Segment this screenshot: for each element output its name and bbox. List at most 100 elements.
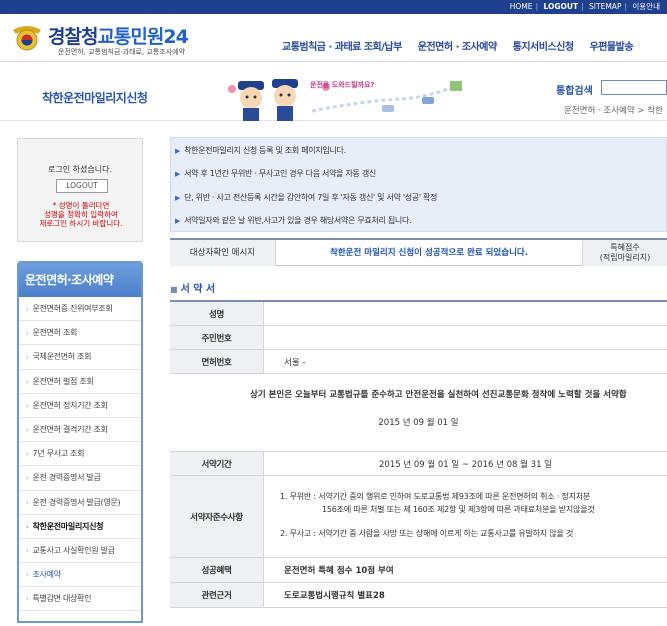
notice-item: ▶ 단, 위반 · 사고 전산등록 시간을 감안하여 7일 후 '자동 갱신' 및… [175, 192, 437, 203]
points-header-line: (적립마일리지) [599, 253, 651, 262]
notice-item: ▶ 서약 후 1년간 무위반 · 무사고인 경우 다음 서약을 자동 갱신 [175, 168, 376, 179]
sidebar-item-accident-certificate[interactable]: › 교통사고 사실확인원 발급 [19, 539, 141, 564]
square-bullet-icon: ■ [170, 285, 178, 294]
sidebar-item-label: 운전면허 결격기간 조회 [32, 424, 108, 434]
legal-basis-label: 관련근거 [170, 583, 264, 607]
side-nav-title: 운전면허·조사예약 [19, 263, 141, 297]
gnb-fine-payment[interactable]: 교통범칙금 · 과태료 조회/납부 [282, 42, 402, 53]
table-row: 서약기간 2015 년 09 월 01 일 ~ 2016 년 08 월 31 일 [170, 452, 667, 476]
chevron-right-icon: › [26, 474, 29, 483]
notice-text: 서약일자와 같은 날 위반,사고가 있을 경우 해당서약은 무효처리 됩니다. [184, 216, 412, 225]
gnb-license-reservation[interactable]: 운전면허 · 조사예약 [418, 42, 497, 53]
logo-part-1: 경찰청 [48, 26, 98, 48]
period-value: 2015 년 09 월 01 일 ~ 2016 년 08 월 31 일 [379, 459, 552, 470]
section-title: ■ 서 약 서 [170, 280, 215, 295]
status-label: 대상자확인 메시지 [170, 240, 276, 266]
chevron-right-icon: › [26, 450, 29, 459]
chevron-right-icon: › [26, 595, 29, 604]
page-banner: 착한운전마일리지신청 운전을 도와드릴까요? 통합검색 운전면허 · 조사예약 … [0, 63, 667, 121]
utility-links: HOME | LOGOUT | SITEMAP | 이용안내 [509, 2, 660, 11]
sidebar-item-license-inquiry[interactable]: › 운전면허 조회 [19, 321, 141, 346]
logo-part-2: 교통민원24 [97, 26, 188, 48]
breadcrumb: 운전면허 · 조사예약 > 착한 [564, 106, 663, 116]
top-utility-bar: HOME | LOGOUT | SITEMAP | 이용안내 [0, 0, 667, 14]
obligation-2: 2. 무사고 : 서약기간 중 사람을 사망 또는 상해에 이르게 하는 교통사… [280, 529, 574, 538]
chevron-right-icon: › [26, 353, 29, 362]
obligation-1-line-1: 1. 무위반 : 서약기간 중의 행위로 인하여 도로교통법 제93조에 따른 … [280, 492, 591, 501]
gnb-mail[interactable]: 우편물발송 [590, 42, 634, 53]
sidebar-item-license-authenticity[interactable]: › 운전면허증 진위여부조회 [19, 297, 141, 322]
side-nav: 운전면허·조사예약 › 운전면허증 진위여부조회 › 운전면허 조회 › 국제운전면허… [17, 261, 143, 623]
sidebar-item-label: 7년 무사고 조회 [32, 449, 85, 459]
status-table: 대상자확인 메시지 착한운전 마일리지 신청이 성공적으로 완료 되었습니다. … [170, 238, 667, 266]
chevron-right-icon: › [26, 498, 29, 507]
site-header: 경찰청교통민원24 운전면허, 교통범칙금·과태료, 교통조사예약 교통범칙금 … [0, 14, 667, 62]
sidebar-item-suspension-period[interactable]: › 운전면허 정지기간 조회 [19, 394, 141, 418]
points-header-line: 특혜점수 [610, 243, 640, 252]
gnb-notification[interactable]: 통지서비스신청 [513, 42, 574, 53]
sidebar-item-special-reduction[interactable]: › 특별감면 대상확인 [19, 587, 141, 612]
benefit-label: 성공혜택 [170, 558, 264, 582]
sidebar-item-disqualification-period[interactable]: › 운전면허 결격기간 조회 [19, 418, 141, 443]
pledge-statement: 상기 본인은 오늘부터 교통법규를 준수하고 안전운전을 실천하여 선진교통문화… [170, 374, 667, 452]
triangle-right-icon: ▶ [175, 194, 181, 202]
sidebar-item-label: 조사예약 [32, 570, 62, 580]
login-status-box: 로그인 하셨습니다. LOGOUT * 성명이 틀리다면 성명을 정확히 입력하… [17, 138, 143, 242]
page-title: 착한운전마일리지신청 [42, 91, 148, 105]
name-value [264, 302, 667, 325]
notice-item: ▶ 서약일자와 같은 날 위반,사고가 있을 경우 해당서약은 무효처리 됩니다. [175, 215, 412, 226]
global-nav: 교통범칙금 · 과태료 조회/납부 운전면허 · 조사예약 통지서비스신청 우편… [282, 38, 646, 53]
guide-link[interactable]: 이용안내 [632, 2, 660, 11]
rrn-label: 주민번호 [170, 326, 264, 349]
sidebar-item-label: 운전면허 정지기간 조회 [32, 400, 108, 410]
login-warning-line: 성명을 정확히 입력하여 [44, 210, 118, 219]
site-logo[interactable]: 경찰청교통민원24 [48, 22, 189, 49]
search-input[interactable] [601, 80, 667, 95]
logout-link[interactable]: LOGOUT [543, 2, 578, 11]
notice-item: ▶ 착한운전마일리지 신청 등록 및 조회 페이지입니다. [175, 145, 346, 156]
search-label: 통합검색 [556, 86, 593, 97]
sidebar-item-penalty-points[interactable]: › 운전면허 벌점 조회 [19, 370, 141, 394]
notice-text: 착한운전마일리지 신청 등록 및 조회 페이지입니다. [184, 146, 346, 155]
period-label: 서약기간 [170, 452, 264, 475]
obligation-1-line-2: 156조에 따른 처벌 또는 제 160조 제2항 및 제3항에 따른 과태료처… [322, 505, 595, 514]
sidebar-item-driving-record[interactable]: › 운전 경력증명서 발급 [19, 466, 141, 491]
sidebar-item-label: 운전면허 벌점 조회 [32, 376, 94, 386]
benefit-value: 운전면허 특혜 점수 10점 부여 [284, 566, 394, 576]
table-row: 관련근거 도로교통법시행규칙 별표28 [170, 583, 667, 608]
pledge-table: 성명 주민번호 면허번호 서울 - 상기 본인은 오늘부터 교통법규를 준수하고… [170, 300, 667, 608]
login-warning-line: * 성명이 틀리다면 [52, 201, 110, 210]
pledge-date: 2015 년 09 월 01 일 [378, 418, 459, 428]
table-row: 서약자준수사항 1. 무위반 : 서약기간 중의 행위로 인하여 도로교통법 제… [170, 476, 667, 558]
triangle-right-icon: ▶ [175, 147, 181, 155]
name-label: 성명 [170, 302, 264, 325]
notice-text: 단, 위반 · 사고 전산등록 시간을 감안하여 7일 후 '자동 갱신' 및 … [184, 193, 438, 202]
legal-basis-value: 도로교통법시행규칙 별표28 [284, 591, 385, 601]
section-title-text: 서 약 서 [180, 284, 216, 295]
table-row: 주민번호 [170, 326, 667, 350]
login-message: 로그인 하셨습니다. [48, 165, 112, 174]
chevron-right-icon: › [26, 425, 29, 434]
table-row: 면허번호 서울 - [170, 350, 667, 374]
sidebar-item-investigation-reservation[interactable]: › 조사예약 [19, 563, 141, 588]
sidebar-item-intl-license[interactable]: › 국제운전면허 조회 [19, 345, 141, 370]
triangle-right-icon: ▶ [175, 170, 181, 178]
chevron-right-icon: › [26, 546, 29, 555]
logo-subtitle: 운전면허, 교통범칙금·과태료, 교통조사예약 [58, 48, 186, 56]
sidebar-item-good-driving-mileage[interactable]: › 착한운전마일리지신청 [19, 515, 141, 539]
obligations-label: 서약자준수사항 [170, 476, 264, 557]
police-emblem-icon[interactable] [10, 20, 44, 54]
sidebar-item-7year-no-accident[interactable]: › 7년 무사고 조회 [19, 442, 141, 467]
logout-button[interactable]: LOGOUT [56, 179, 108, 193]
license-label: 면허번호 [170, 350, 264, 373]
sitemap-link[interactable]: SITEMAP [589, 2, 621, 11]
sidebar-item-driving-record-english[interactable]: › 운전 경력증명서 발급(영문) [19, 491, 141, 515]
chevron-right-icon: › [26, 329, 29, 338]
sidebar-item-label: 국제운전면허 조회 [32, 352, 92, 362]
sidebar-item-label: 운전면허증 진위여부조회 [32, 304, 113, 313]
home-link[interactable]: HOME [510, 2, 533, 11]
mascot-speech: 운전을 도와드릴까요? [310, 80, 374, 89]
chevron-right-icon: › [26, 522, 29, 531]
chevron-right-icon: › [26, 401, 29, 410]
rrn-value [264, 326, 667, 349]
